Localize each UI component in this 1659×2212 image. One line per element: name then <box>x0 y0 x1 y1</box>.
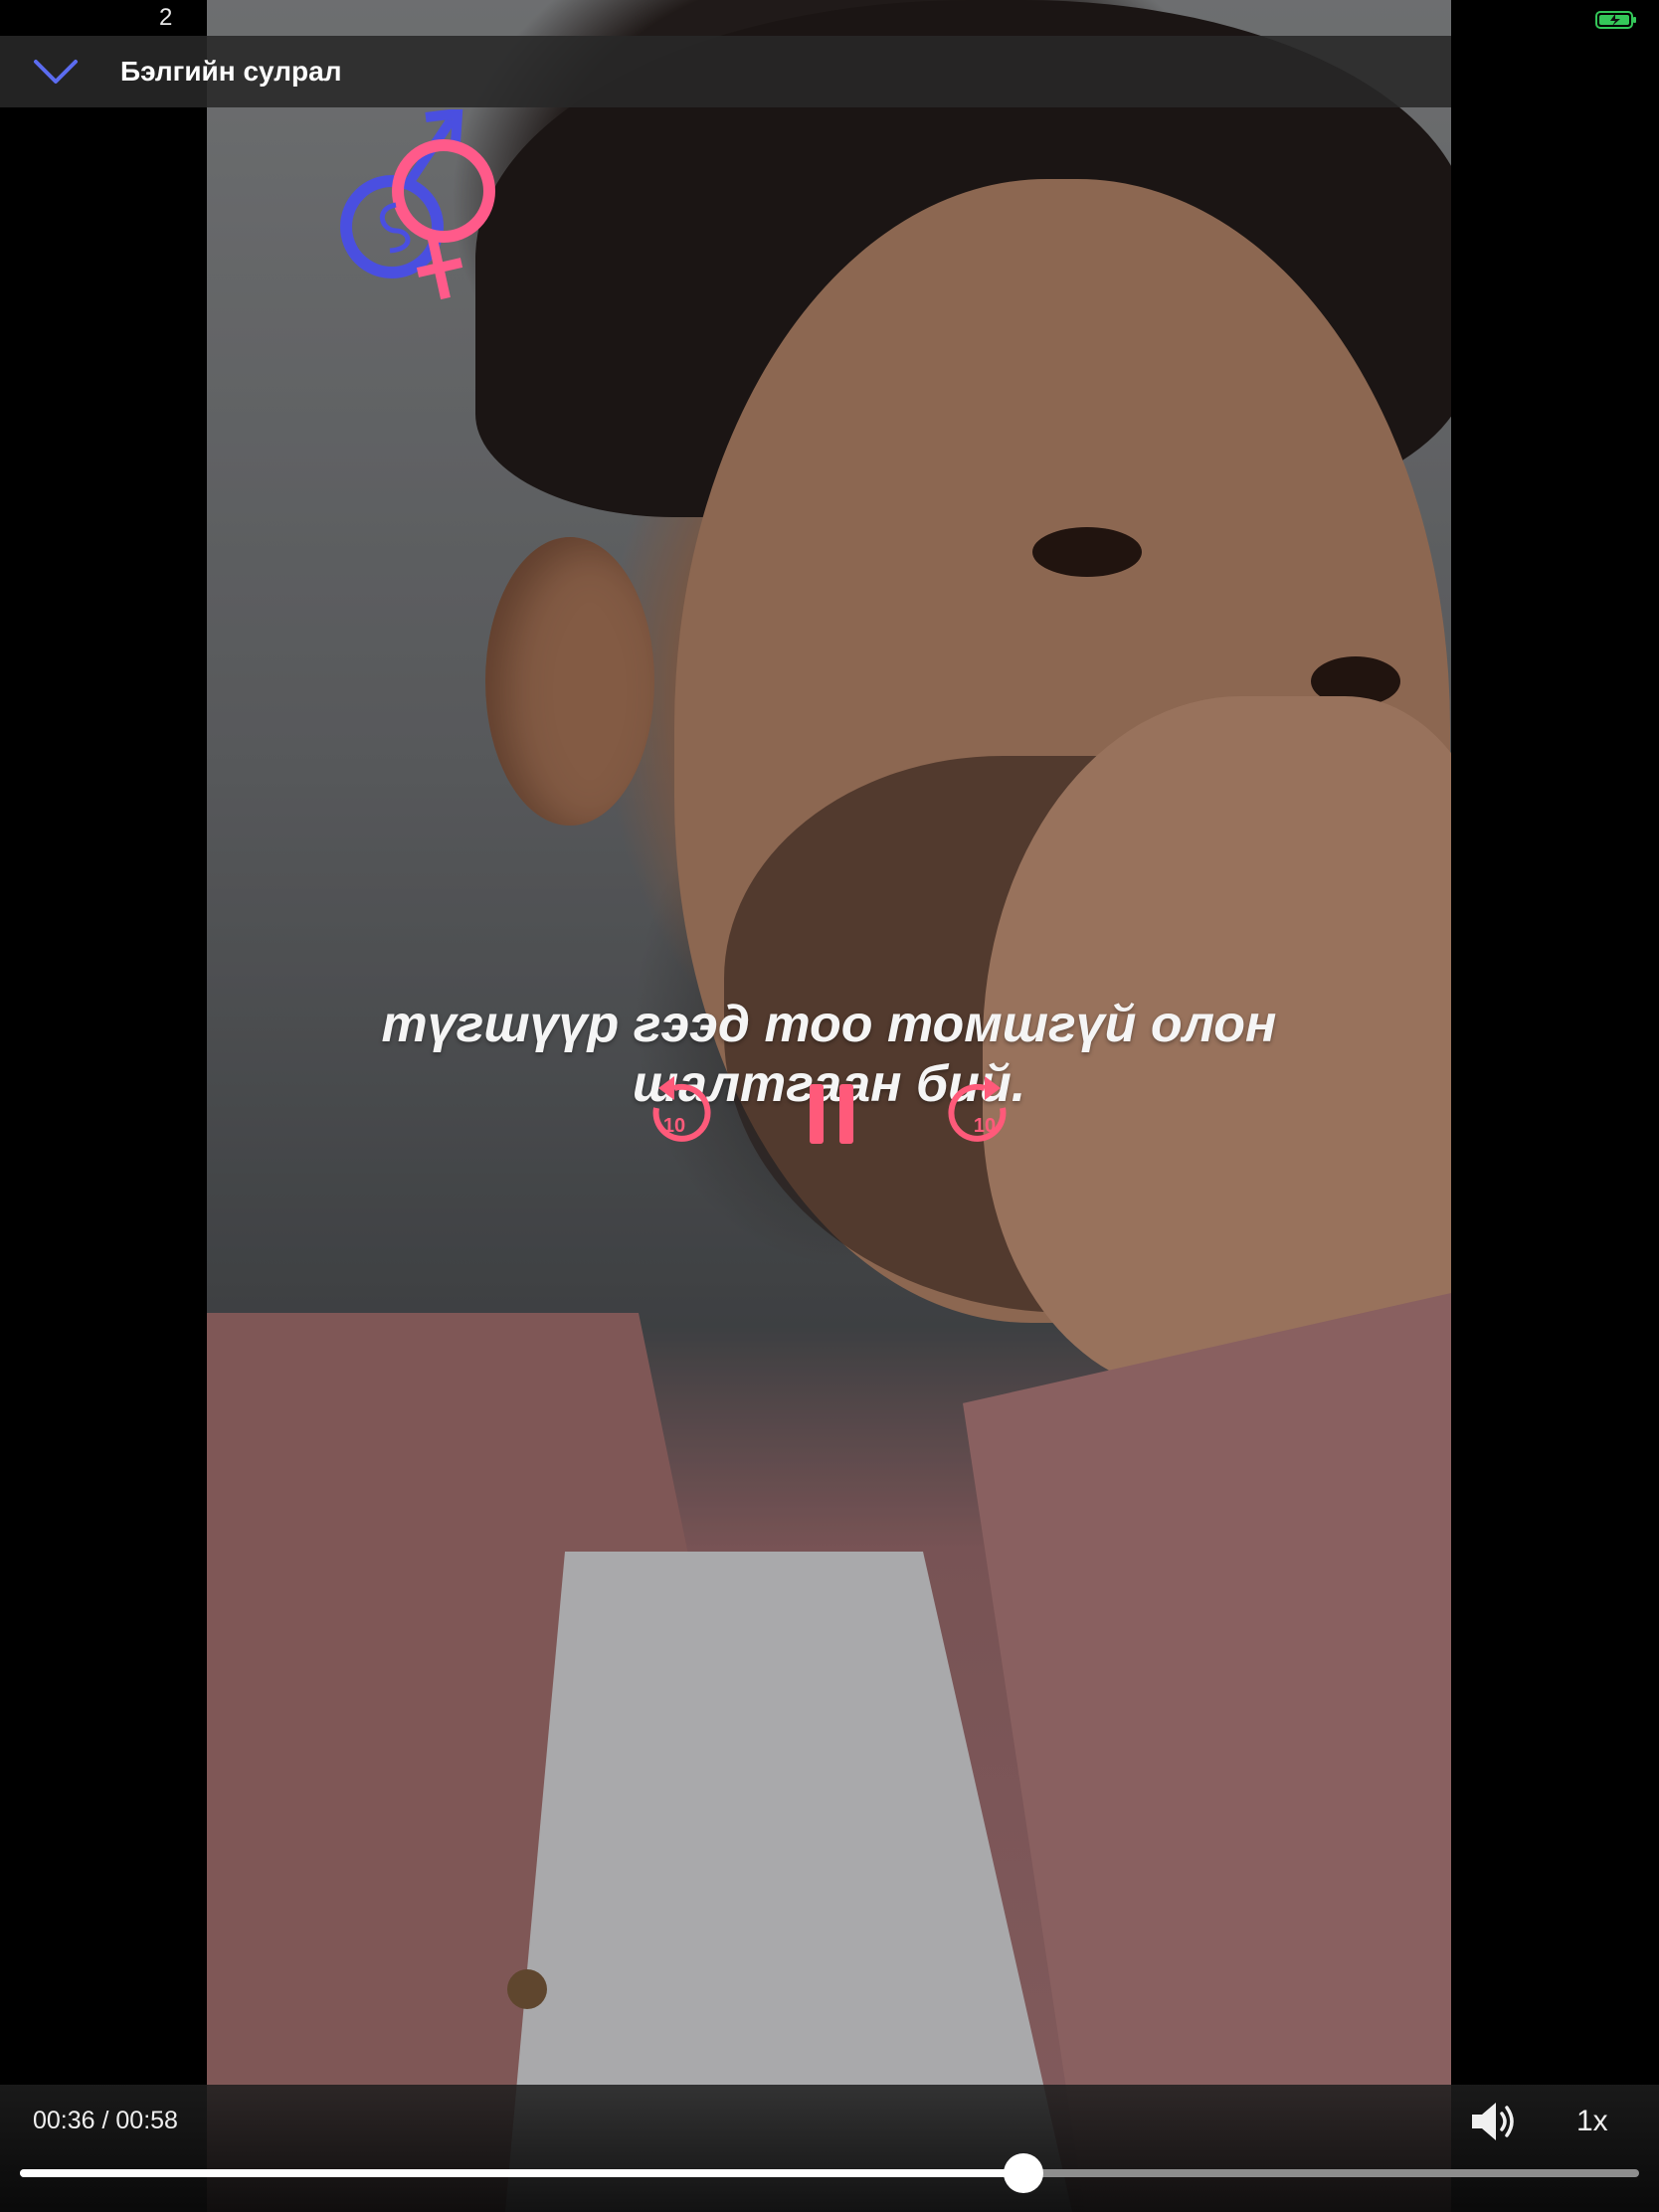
playback-speed-button[interactable]: 1x <box>1576 2105 1608 2138</box>
chevron-down-icon[interactable] <box>30 52 82 92</box>
status-time: 2 <box>159 4 173 31</box>
bottom-bar: 00:36 / 00:58 1x <box>0 2085 1659 2212</box>
battery-icon <box>1595 11 1636 29</box>
status-bar: 2 <box>0 0 1659 36</box>
progress-thumb[interactable] <box>1004 2153 1044 2193</box>
gender-symbols-logo <box>340 109 495 300</box>
video-title: Бэлгийн сулрал <box>120 56 342 87</box>
progress-slider[interactable] <box>20 2153 1639 2193</box>
rewind-label: 10 <box>663 1115 685 1137</box>
playback-controls: 10 10 <box>0 1054 1659 1174</box>
time-readout: 00:36 / 00:58 <box>33 2107 178 2134</box>
progress-fill <box>20 2169 1024 2177</box>
forward-label: 10 <box>974 1115 996 1137</box>
caption-line-1: түгшүүр гээд тоо томшгүй олон <box>381 996 1277 1053</box>
rewind-10-icon[interactable]: 10 <box>635 1074 714 1154</box>
forward-10-icon[interactable]: 10 <box>945 1074 1024 1154</box>
pause-icon[interactable] <box>792 1074 871 1154</box>
top-bar: Бэлгийн сулрал <box>0 36 1451 107</box>
speaker-volume-icon[interactable] <box>1468 2097 1520 2146</box>
